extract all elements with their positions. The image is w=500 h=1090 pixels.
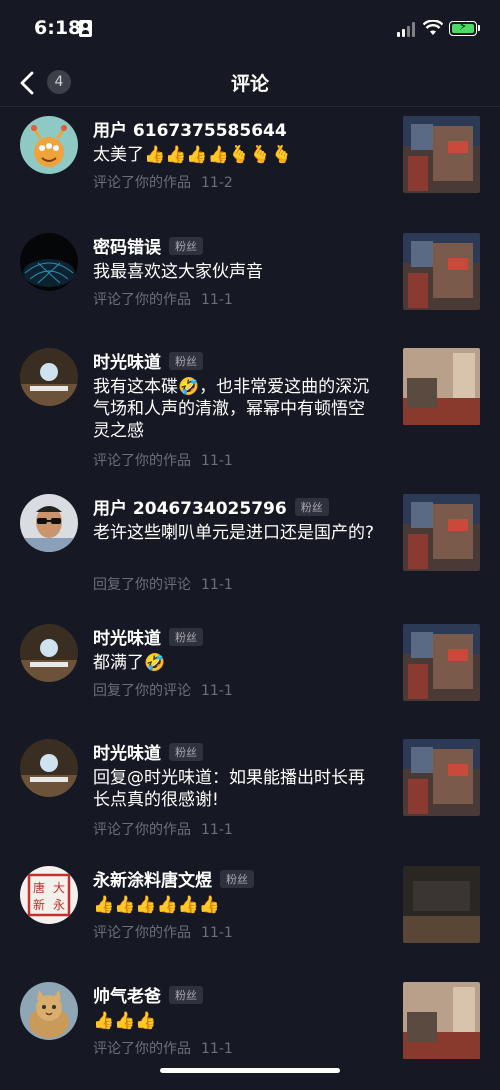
video-thumbnail[interactable] — [403, 866, 480, 943]
video-thumbnail[interactable] — [403, 739, 480, 816]
battery-cap — [478, 25, 480, 31]
fan-badge: 粉丝 — [169, 985, 203, 1004]
comment-author[interactable]: 帅气老爸 — [93, 987, 161, 1007]
comment-item[interactable]: 密码错误 粉丝 我最喜欢这大家伙声音 评论了你的作品 11-1 — [0, 225, 500, 340]
avatar-globe[interactable] — [20, 233, 78, 291]
comment-date: 11-1 — [201, 822, 233, 838]
comment-action: 回复了你的评论 — [93, 577, 191, 593]
comment-meta: 评论了你的作品 11-1 — [93, 289, 233, 309]
video-thumbnail[interactable] — [403, 624, 480, 701]
fan-badge: 粉丝 — [169, 627, 203, 646]
comment-author-row: 永新涂料唐文煜 粉丝 — [93, 866, 254, 891]
fan-badge: 粉丝 — [169, 742, 203, 761]
comment-text: 都满了🤣 — [93, 653, 166, 673]
status-bar: 6:18 ⚡ — [0, 0, 500, 60]
comment-author-row: 时光味道 粉丝 — [93, 739, 203, 764]
comment-action: 评论了你的作品 — [93, 925, 191, 941]
comment-author[interactable]: 时光味道 — [93, 744, 161, 764]
comment-meta: 评论了你的作品 11-1 — [93, 450, 233, 470]
comment-action: 评论了你的作品 — [93, 292, 191, 308]
comment-text: 我最喜欢这大家伙声音 — [93, 262, 263, 282]
comment-author-row: 时光味道 粉丝 — [93, 348, 203, 373]
comment-author[interactable]: 永新涂料唐文煜 — [93, 871, 212, 891]
comment-text: 太美了👍👍👍👍🫰🫰🫰 — [93, 145, 293, 165]
comment-author-row: 用户 6167375585644 — [93, 116, 287, 141]
comment-item[interactable]: 时光味道 粉丝 都满了🤣 回复了你的评论 11-1 — [0, 616, 500, 731]
comment-text: 我有这本碟🤣，也非常爱这曲的深沉气场和人声的清澈，幂幂中有顿悟空灵之感 — [93, 377, 370, 441]
comment-item[interactable]: 时光味道 粉丝 我有这本碟🤣，也非常爱这曲的深沉气场和人声的清澈，幂幂中有顿悟空灵… — [0, 340, 500, 485]
comment-action: 回复了你的评论 — [93, 683, 191, 699]
video-thumbnail[interactable] — [403, 348, 480, 425]
wifi-icon — [423, 20, 443, 35]
comment-date: 11-1 — [201, 1041, 233, 1057]
page-title: 评论 — [230, 73, 269, 95]
fan-badge: 粉丝 — [220, 869, 254, 888]
comment-author-row: 帅气老爸 粉丝 — [93, 982, 203, 1007]
comment-action: 评论了你的作品 — [93, 1041, 191, 1057]
comment-date: 11-1 — [201, 925, 233, 941]
avatar-room[interactable] — [20, 624, 78, 682]
video-thumbnail[interactable] — [403, 982, 480, 1059]
home-indicator[interactable] — [160, 1068, 340, 1073]
comment-author-row: 密码错误 粉丝 — [93, 233, 203, 258]
comment-date: 11-1 — [201, 577, 233, 593]
svg-text:永: 永 — [53, 898, 65, 912]
comment-author[interactable]: 用户 2046734025796 — [93, 499, 287, 519]
video-thumbnail[interactable] — [403, 233, 480, 310]
comment-author-row: 用户 2046734025796 粉丝 — [93, 494, 329, 519]
comment-meta: 评论了你的作品 11-1 — [93, 922, 233, 942]
battery-icon: ⚡ — [449, 19, 477, 36]
comment-author[interactable]: 用户 6167375585644 — [93, 121, 287, 141]
comment-date: 11-1 — [201, 683, 233, 699]
comment-author[interactable]: 时光味道 — [93, 629, 161, 649]
comment-text: 👍👍👍👍👍👍 — [93, 895, 221, 915]
comment-meta: 回复了你的评论 11-1 — [93, 574, 233, 594]
comment-author[interactable]: 时光味道 — [93, 353, 161, 373]
comment-text: 👍👍👍 — [93, 1011, 157, 1031]
svg-text:新: 新 — [33, 897, 45, 912]
comment-item[interactable]: 时光味道 粉丝 回复@时光味道：如果能播出时长再长点真的很感谢! 评论了你的作品 1… — [0, 731, 500, 856]
avatar-room[interactable] — [20, 348, 78, 406]
comment-action: 评论了你的作品 — [93, 822, 191, 838]
comment-date: 11-1 — [201, 453, 233, 469]
comment-action: 评论了你的作品 — [93, 175, 191, 191]
comment-item[interactable]: 用户 2046734025796 粉丝 老许这些喇叭单元是进口还是国产的? 回复了… — [0, 486, 500, 611]
fan-badge: 粉丝 — [169, 351, 203, 370]
avatar-cat[interactable] — [20, 982, 78, 1040]
comment-text: 老许这些喇叭单元是进口还是国产的? — [93, 523, 375, 543]
fan-badge: 粉丝 — [294, 497, 329, 516]
nav-header: 4 评论 — [0, 60, 500, 107]
avatar-man[interactable] — [20, 494, 78, 552]
video-thumbnail[interactable] — [403, 116, 480, 193]
avatar-monster[interactable] — [20, 116, 78, 174]
signal-icon — [397, 21, 417, 37]
avatar-room[interactable] — [20, 739, 78, 797]
person-icon — [79, 20, 92, 37]
comment-meta: 评论了你的作品 11-2 — [93, 172, 233, 192]
svg-text:大: 大 — [53, 881, 65, 895]
video-thumbnail[interactable] — [403, 494, 480, 571]
comment-meta: 回复了你的评论 11-1 — [93, 680, 233, 700]
comment-action: 评论了你的作品 — [93, 453, 191, 469]
comment-author[interactable]: 密码错误 — [93, 238, 161, 258]
avatar-seal[interactable]: 唐 大 新 永 — [20, 866, 78, 924]
status-time: 6:18 — [34, 17, 82, 39]
comment-date: 11-2 — [201, 175, 233, 191]
comment-text: 回复@时光味道：如果能播出时长再长点真的很感谢! — [93, 768, 365, 810]
svg-text:唐: 唐 — [33, 880, 45, 895]
comment-date: 11-1 — [201, 292, 233, 308]
comment-item[interactable]: 唐 大 新 永 永新涂料唐文煜 粉丝 👍👍👍👍👍👍 评论了你的作品 11-1 — [0, 858, 500, 973]
comment-meta: 评论了你的作品 11-1 — [93, 819, 233, 839]
comment-meta: 评论了你的作品 11-1 — [93, 1038, 233, 1058]
comment-author-row: 时光味道 粉丝 — [93, 624, 203, 649]
fan-badge: 粉丝 — [169, 236, 203, 255]
comment-item[interactable]: 用户 6167375585644 太美了👍👍👍👍🫰🫰🫰 评论了你的作品 11-2 — [0, 108, 500, 223]
